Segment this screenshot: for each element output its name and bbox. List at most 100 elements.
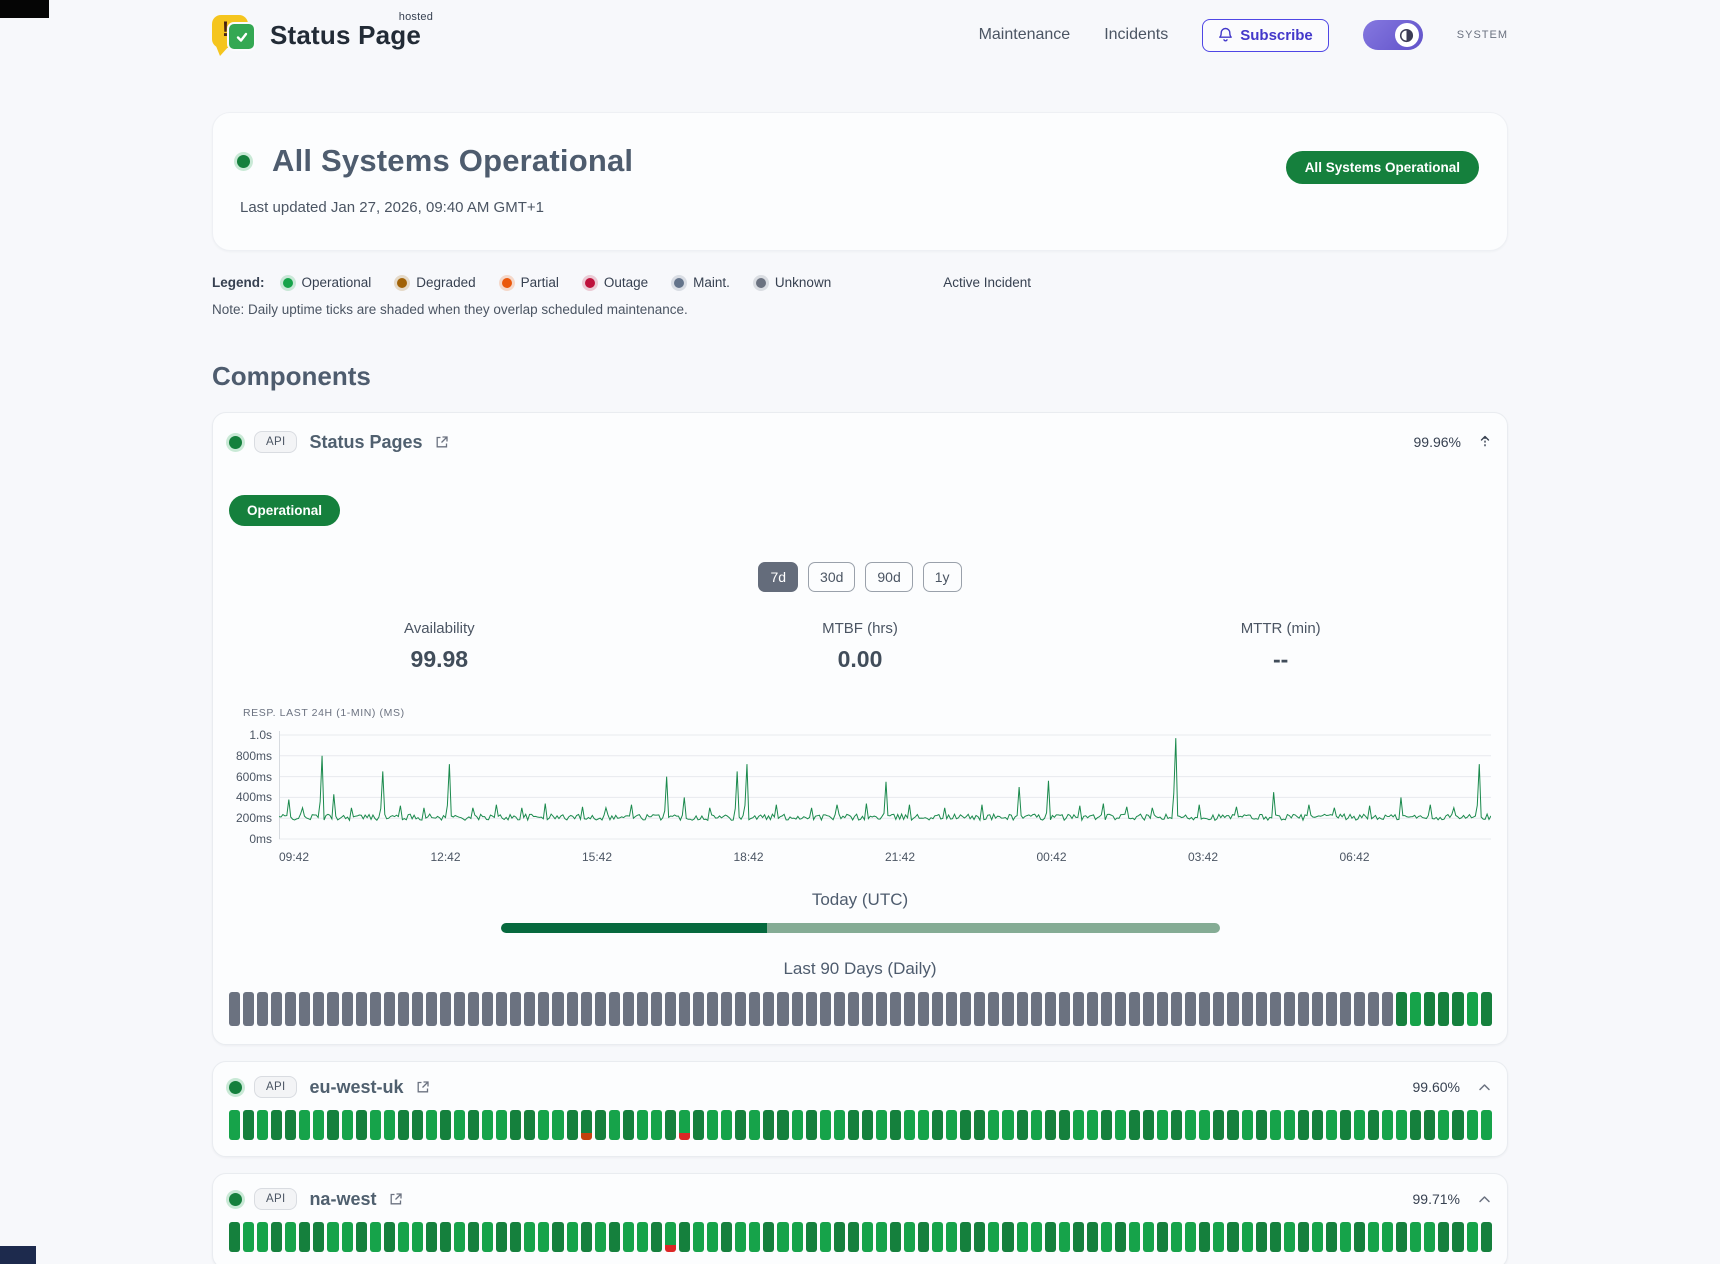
uptime-tick[interactable] <box>1045 1222 1056 1252</box>
uptime-tick[interactable] <box>1017 992 1028 1026</box>
uptime-tick[interactable] <box>1340 992 1351 1026</box>
uptime-tick[interactable] <box>707 992 718 1026</box>
uptime-tick[interactable] <box>552 992 563 1026</box>
uptime-tick[interactable] <box>1481 1110 1492 1140</box>
uptime-tick[interactable] <box>342 1222 353 1252</box>
uptime-tick[interactable] <box>749 1222 760 1252</box>
uptime-tick[interactable] <box>257 1222 268 1252</box>
uptime-tick[interactable] <box>848 1222 859 1252</box>
uptime-tick[interactable] <box>229 992 240 1026</box>
uptime-tick[interactable] <box>1227 992 1238 1026</box>
uptime-tick[interactable] <box>1101 992 1112 1026</box>
uptime-tick[interactable] <box>834 992 845 1026</box>
component-name-link[interactable]: na-west <box>309 1189 376 1210</box>
uptime-tick[interactable] <box>412 992 423 1026</box>
uptime-tick[interactable] <box>285 1110 296 1140</box>
uptime-tick[interactable] <box>567 992 578 1026</box>
uptime-tick[interactable] <box>412 1222 423 1252</box>
uptime-tick[interactable] <box>327 1222 338 1252</box>
uptime-tick[interactable] <box>721 992 732 1026</box>
uptime-tick[interactable] <box>1452 992 1463 1026</box>
uptime-tick[interactable] <box>693 1222 704 1252</box>
uptime-tick[interactable] <box>946 1110 957 1140</box>
brand-logo[interactable]: ! Status Page hosted <box>212 12 421 58</box>
uptime-tick[interactable] <box>1312 1110 1323 1140</box>
uptime-tick[interactable] <box>1396 992 1407 1026</box>
uptime-tick[interactable] <box>1157 1110 1168 1140</box>
uptime-tick[interactable] <box>356 992 367 1026</box>
uptime-tick[interactable] <box>1340 1222 1351 1252</box>
uptime-tick[interactable] <box>932 1222 943 1252</box>
uptime-tick[interactable] <box>524 992 535 1026</box>
uptime-tick[interactable] <box>510 1110 521 1140</box>
uptime-tick[interactable] <box>1185 992 1196 1026</box>
uptime-tick[interactable] <box>974 1110 985 1140</box>
uptime-tick[interactable] <box>749 1110 760 1140</box>
uptime-tick[interactable] <box>398 1110 409 1140</box>
uptime-tick[interactable] <box>651 1222 662 1252</box>
uptime-tick[interactable] <box>792 1222 803 1252</box>
uptime-tick[interactable] <box>1312 992 1323 1026</box>
uptime-tick[interactable] <box>1129 992 1140 1026</box>
uptime-tick[interactable] <box>426 992 437 1026</box>
uptime-tick[interactable] <box>567 1222 578 1252</box>
uptime-tick[interactable] <box>763 992 774 1026</box>
uptime-tick[interactable] <box>960 1110 971 1140</box>
uptime-tick[interactable] <box>1143 992 1154 1026</box>
collapse-arrow-icon[interactable] <box>1479 434 1491 450</box>
uptime-tick[interactable] <box>1115 992 1126 1026</box>
uptime-tick[interactable] <box>1256 1222 1267 1252</box>
uptime-tick[interactable] <box>1213 992 1224 1026</box>
uptime-tick[interactable] <box>1002 1110 1013 1140</box>
uptime-tick[interactable] <box>1059 992 1070 1026</box>
uptime-tick[interactable] <box>1227 1110 1238 1140</box>
uptime-tick[interactable] <box>1284 1222 1295 1252</box>
uptime-tick[interactable] <box>1073 1222 1084 1252</box>
uptime-tick[interactable] <box>1017 1222 1028 1252</box>
uptime-tick[interactable] <box>1059 1110 1070 1140</box>
uptime-tick[interactable] <box>426 1110 437 1140</box>
theme-toggle[interactable] <box>1363 20 1423 50</box>
uptime-tick[interactable] <box>1242 992 1253 1026</box>
external-link-icon[interactable] <box>415 1079 431 1095</box>
uptime-tick[interactable] <box>384 992 395 1026</box>
uptime-tick[interactable] <box>1270 992 1281 1026</box>
uptime-tick[interactable] <box>1270 1110 1281 1140</box>
uptime-tick[interactable] <box>581 1222 592 1252</box>
uptime-tick[interactable] <box>637 1222 648 1252</box>
uptime-tick[interactable] <box>440 1110 451 1140</box>
uptime-tick[interactable] <box>1312 1222 1323 1252</box>
uptime-tick[interactable] <box>862 992 873 1026</box>
uptime-tick[interactable] <box>1410 1110 1421 1140</box>
chevron-up-icon[interactable] <box>1478 1195 1491 1204</box>
uptime-tick[interactable] <box>890 992 901 1026</box>
uptime-tick[interactable] <box>496 1222 507 1252</box>
uptime-tick[interactable] <box>299 1222 310 1252</box>
uptime-tick[interactable] <box>946 992 957 1026</box>
uptime-tick[interactable] <box>792 992 803 1026</box>
range-button-90d[interactable]: 90d <box>865 562 912 592</box>
uptime-tick[interactable] <box>988 992 999 1026</box>
uptime-tick[interactable] <box>1199 1222 1210 1252</box>
uptime-tick[interactable] <box>468 1222 479 1252</box>
uptime-tick[interactable] <box>1073 1110 1084 1140</box>
uptime-tick[interactable] <box>609 1110 620 1140</box>
uptime-tick[interactable] <box>918 1222 929 1252</box>
uptime-tick[interactable] <box>1368 1222 1379 1252</box>
uptime-tick[interactable] <box>229 1222 240 1252</box>
uptime-tick[interactable] <box>1213 1110 1224 1140</box>
uptime-tick[interactable] <box>1171 992 1182 1026</box>
external-link-icon[interactable] <box>434 434 450 450</box>
uptime-tick[interactable] <box>370 1110 381 1140</box>
uptime-tick[interactable] <box>735 1222 746 1252</box>
uptime-tick[interactable] <box>299 1110 310 1140</box>
uptime-tick[interactable] <box>1396 1110 1407 1140</box>
uptime-tick[interactable] <box>1087 1110 1098 1140</box>
uptime-tick[interactable] <box>1087 1222 1098 1252</box>
uptime-tick[interactable] <box>1129 1222 1140 1252</box>
uptime-tick[interactable] <box>313 1110 324 1140</box>
uptime-tick[interactable] <box>552 1222 563 1252</box>
uptime-tick[interactable] <box>1031 1222 1042 1252</box>
uptime-tick[interactable] <box>454 992 465 1026</box>
uptime-tick[interactable] <box>1242 1222 1253 1252</box>
